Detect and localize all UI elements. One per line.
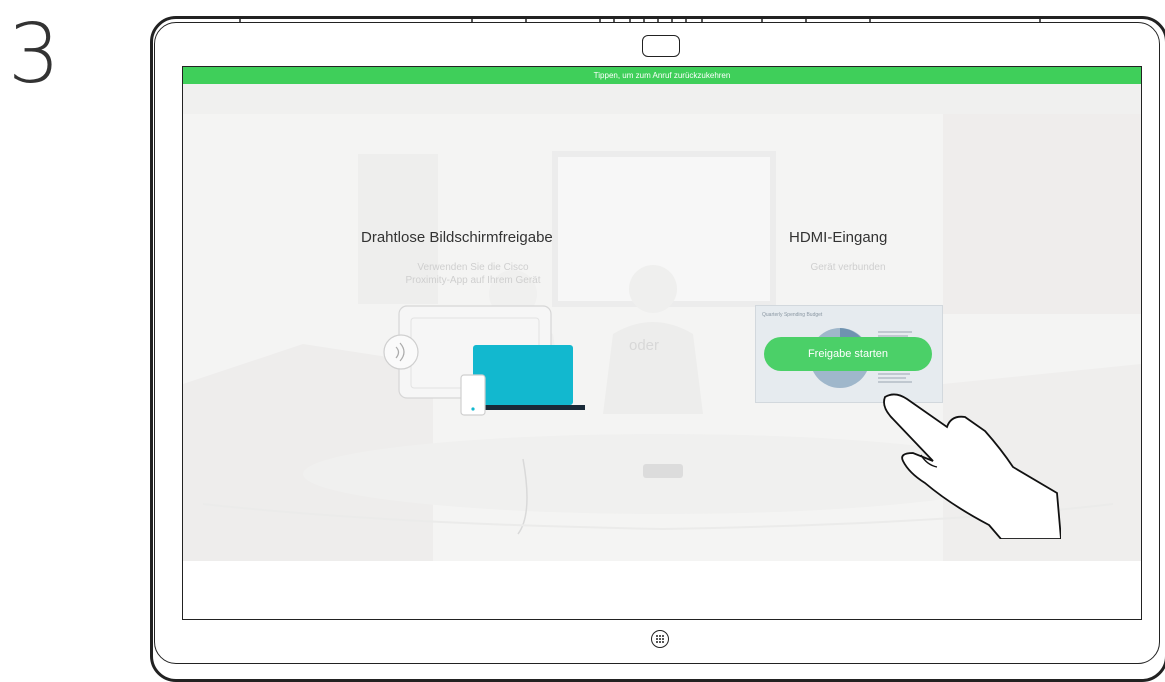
proximity-illustration <box>383 305 585 416</box>
step-number: 3 <box>8 7 61 102</box>
tapping-hand-icon <box>883 393 1061 539</box>
wireless-share-subtitle: Verwenden Sie die Cisco Proximity-App au… <box>368 261 578 287</box>
touch-screen: Tippen, um zum Anruf zurückzukehren Drah… <box>182 66 1142 620</box>
home-grid-icon <box>656 635 664 643</box>
hdmi-input-subtitle: Gerät verbunden <box>810 262 886 273</box>
wireless-subtitle-line2: Proximity-App auf Ihrem Gerät <box>405 275 541 286</box>
home-button-icon[interactable] <box>651 630 669 648</box>
phone-icon <box>460 374 486 416</box>
proximity-signal-icon <box>383 334 419 370</box>
start-sharing-button[interactable]: Freigabe starten <box>764 337 932 371</box>
return-to-call-banner[interactable]: Tippen, um zum Anruf zurückzukehren <box>183 67 1141 84</box>
or-separator: oder <box>629 337 660 354</box>
hdmi-input-title: HDMI-Eingang <box>789 229 888 246</box>
bezel-ticks <box>239 16 1041 22</box>
camera-icon <box>642 35 680 57</box>
wireless-share-title: Drahtlose Bildschirmfreigabe <box>361 229 553 246</box>
wireless-subtitle-line1: Verwenden Sie die Cisco <box>417 262 529 273</box>
